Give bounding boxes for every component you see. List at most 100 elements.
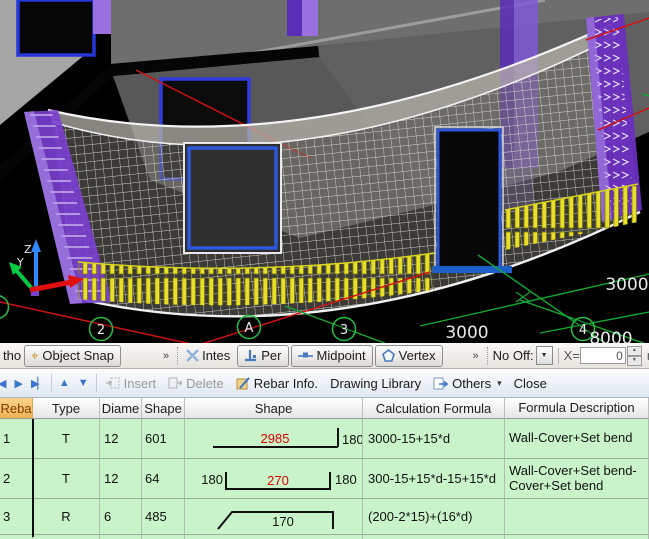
cell-shape-no[interactable]: 64 [142, 459, 185, 499]
rebar-info-label: Rebar Info. [254, 376, 318, 391]
others-label: Others [452, 376, 491, 391]
z-axis-label: Z [24, 243, 32, 256]
header-shape[interactable]: Shape [185, 398, 363, 419]
wall-door-opening [432, 127, 512, 273]
cell-formula[interactable]: 3000-15+15*d [363, 419, 505, 459]
x-coordinate-input[interactable] [580, 347, 626, 364]
grid-bubble-4: 4 [579, 323, 587, 338]
snap-vertex-button[interactable]: Vertex [375, 345, 443, 367]
snap-midpoint-button[interactable]: Midpoint [291, 345, 373, 367]
header-diameter[interactable]: Diame [100, 398, 142, 419]
header-shape-no[interactable]: Shape [142, 398, 185, 419]
toolbar-separator [177, 347, 178, 365]
cell-description[interactable]: Wall-Cover+Set bend [505, 419, 649, 459]
grid-bubble-3: 3 [340, 323, 348, 338]
insert-button[interactable]: Insert [100, 376, 163, 391]
last-record-button[interactable]: ▶▏ [27, 377, 48, 390]
move-down-button[interactable]: ▼ [74, 377, 93, 389]
cell-rebar-no[interactable]: 3 [0, 499, 33, 535]
rebar-info-button[interactable]: Rebar Info. [230, 376, 324, 391]
table-row-partial [0, 535, 649, 539]
header-description[interactable]: Formula Description [505, 398, 649, 419]
grid-bubble-2: 2 [97, 323, 105, 338]
close-button[interactable]: Close [508, 376, 553, 391]
shape-length-label: 170 [272, 514, 294, 529]
move-up-button[interactable]: ▲ [55, 377, 74, 389]
cell-type[interactable]: T [33, 459, 100, 499]
first-record-button[interactable]: ◀ [0, 377, 10, 390]
perpendicular-icon [244, 349, 257, 362]
shape-diagram-hooked: 170 [185, 499, 362, 535]
cell-diameter[interactable]: 12 [100, 419, 142, 459]
others-icon [433, 377, 448, 390]
snap-toolbar: tho ⌖ Object Snap » Intes Per Midpoi [0, 343, 649, 369]
header-formula[interactable]: Calculation Formula [363, 398, 505, 419]
cell-shape-no[interactable]: 485 [142, 499, 185, 535]
cell-description[interactable]: Wall-Cover+Set bend-Cover+Set bend [505, 459, 649, 499]
snap-perpendicular-label: Per [261, 348, 281, 363]
cell-diameter[interactable]: 12 [100, 459, 142, 499]
drawing-library-button[interactable]: Drawing Library [324, 376, 427, 391]
intersection-icon [186, 349, 199, 362]
3d-scene: 2 A 3 4 3000 3000 8000 [0, 0, 649, 343]
ortho-label-clipped[interactable]: tho [0, 348, 24, 363]
midpoint-icon [298, 350, 313, 361]
dimension-3000-left: 3000 [445, 323, 488, 343]
snap-perpendicular-button[interactable]: Per [237, 345, 288, 367]
shape-length-label: 270 [267, 473, 289, 488]
y-axis-label: Y [16, 256, 24, 269]
shape-right-bend-label: 180 [342, 432, 362, 447]
toolbar-overflow-chevron[interactable]: » [159, 350, 172, 362]
table-row[interactable]: 3 R 6 485 170 (200-2*15)+(16*d) [0, 499, 649, 535]
cell-type[interactable]: T [33, 419, 100, 459]
rebar-info-icon [236, 377, 250, 390]
table-row[interactable]: 2 T 12 64 180 270 180 300-15+15*d-15+15*… [0, 459, 649, 499]
header-type[interactable]: Type [33, 398, 100, 419]
toolbar-separator-2 [487, 347, 488, 365]
table-row[interactable]: 1 T 12 601 2985 180 3000-15+15*d Wall-Co… [0, 419, 649, 459]
x-coordinate-label: X= [564, 348, 580, 363]
shape-length-label: 2985 [261, 431, 290, 446]
others-button[interactable]: Others ▾ [427, 376, 508, 391]
object-snap-icon: ⌖ [31, 348, 38, 364]
delete-button[interactable]: Delete [162, 376, 230, 391]
snap-midpoint-label: Midpoint [317, 348, 366, 363]
snap-intersection[interactable]: Intes [183, 348, 233, 363]
3d-viewport[interactable]: 2 A 3 4 3000 3000 8000 [0, 0, 649, 343]
cell-diameter[interactable]: 6 [100, 499, 142, 535]
close-label: Close [514, 376, 547, 391]
x-coordinate-spinner[interactable]: ▲▼ [627, 346, 642, 366]
object-snap-label: Object Snap [42, 348, 114, 363]
dimension-8000: 8000 [589, 329, 632, 343]
others-caret-icon: ▾ [497, 378, 502, 389]
header-rebar[interactable]: Reba [0, 398, 33, 419]
cell-shape-diagram[interactable]: 170 [185, 499, 363, 535]
offset-dropdown[interactable]: No Off: ▼ [493, 346, 553, 365]
cell-formula[interactable]: (200-2*15)+(16*d) [363, 499, 505, 535]
rebar-table: Reba Type Diame Shape Shape Calculation … [0, 398, 649, 539]
shape-left-bend-label: 180 [201, 472, 223, 487]
vertex-icon [382, 349, 395, 362]
rebar-cad-window: 2 A 3 4 3000 3000 8000 [0, 0, 649, 539]
grid-bubble-A: A [245, 321, 254, 336]
current-column-cursor [32, 419, 34, 537]
table-header-row: Reba Type Diame Shape Shape Calculation … [0, 398, 649, 419]
cell-rebar-no[interactable]: 2 [0, 459, 33, 499]
object-snap-button[interactable]: ⌖ Object Snap [24, 345, 121, 367]
next-record-button[interactable]: ▶ [10, 377, 26, 390]
shape-right-bend-label: 180 [335, 472, 357, 487]
shape-diagram-straight-with-bend: 2985 180 [185, 419, 362, 459]
snap-intersection-label: Intes [202, 348, 230, 363]
snap-vertex-label: Vertex [399, 348, 436, 363]
cell-shape-diagram[interactable]: 2985 180 [185, 419, 363, 459]
cell-type[interactable]: R [33, 499, 100, 535]
offset-dropdown-arrow-icon[interactable]: ▼ [536, 346, 553, 365]
cell-description[interactable] [505, 499, 649, 535]
cell-shape-no[interactable]: 601 [142, 419, 185, 459]
wall-window-opening [184, 143, 281, 253]
cell-rebar-no[interactable]: 1 [0, 419, 33, 459]
cell-formula[interactable]: 300-15+15*d-15+15*d [363, 459, 505, 499]
cell-shape-diagram[interactable]: 180 270 180 [185, 459, 363, 499]
shape-diagram-u-bends: 180 270 180 [185, 459, 362, 499]
snap-overflow-chevron[interactable]: » [469, 350, 482, 362]
